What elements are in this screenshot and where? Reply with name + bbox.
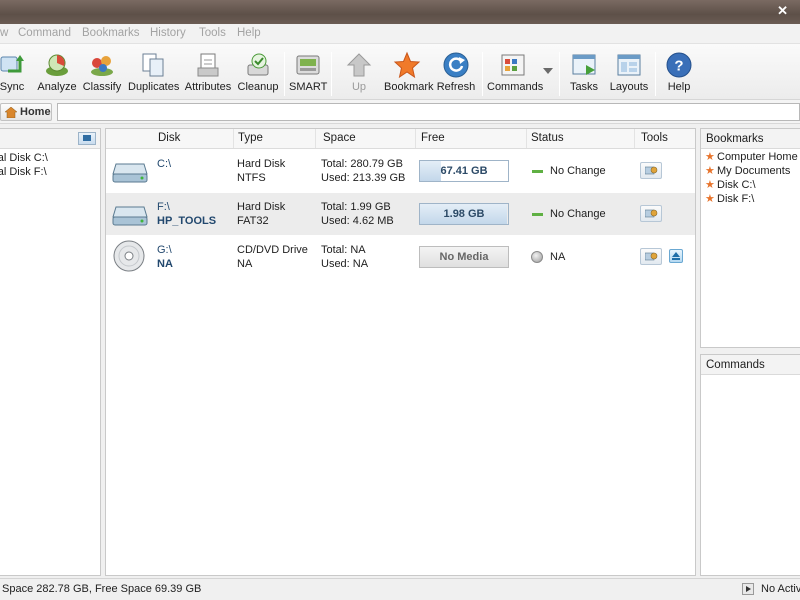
refresh-icon: [443, 52, 469, 78]
help-icon: ?: [666, 52, 692, 78]
bookmark-star-icon: ★: [705, 193, 715, 205]
col-space[interactable]: Space: [317, 129, 416, 148]
col-tools[interactable]: Tools: [635, 129, 695, 148]
classify-button[interactable]: Classify: [82, 48, 122, 98]
smart-icon: [296, 55, 320, 75]
status-bar: Space 282.78 GB, Free Space 69.39 GB No …: [0, 578, 800, 600]
bookmark-star-icon: ★: [705, 151, 715, 163]
status-ok-indicator: [532, 170, 543, 173]
toolbar-separator: [331, 52, 332, 96]
bookmarks-panel: Bookmarks ★ Computer Home ★ My Documents ★…: [700, 128, 800, 348]
disk-tools-icon: [645, 252, 658, 261]
attributes-icon: [197, 53, 219, 77]
toolbar: Sync Analyze Classify Duplicates Attribu…: [0, 44, 800, 100]
disk-tools-icon: [645, 209, 658, 218]
menu-history[interactable]: History: [150, 27, 186, 39]
refresh-button[interactable]: Refresh: [436, 48, 476, 98]
activity-indicator[interactable]: No Activity: [742, 582, 800, 598]
layouts-icon: [617, 54, 641, 76]
eject-icon: [672, 252, 680, 260]
disk-tools-icon: [645, 166, 658, 175]
toolbar-separator: [284, 52, 285, 96]
cleanup-button[interactable]: Cleanup: [237, 48, 279, 98]
status-ok-indicator: [532, 213, 543, 216]
disk-tools-button[interactable]: [640, 248, 662, 265]
disk-tools-button[interactable]: [640, 205, 662, 222]
classify-icon: [91, 56, 113, 76]
commands-icon: [501, 54, 525, 76]
col-disk[interactable]: Disk: [152, 129, 234, 148]
smart-button[interactable]: SMART: [289, 48, 327, 98]
close-window-icon[interactable]: ✕: [777, 3, 788, 19]
col-type[interactable]: Type: [232, 129, 316, 148]
layouts-button[interactable]: Layouts: [609, 48, 649, 98]
commands-panel: Commands: [700, 354, 800, 576]
menu-view[interactable]: w: [0, 27, 8, 39]
svg-text:?: ?: [674, 58, 683, 75]
sync-icon: [0, 55, 24, 73]
cd-dvd-icon: [113, 240, 145, 272]
bookmarks-header: Bookmarks: [701, 129, 800, 149]
menu-help[interactable]: Help: [237, 27, 261, 39]
disk-table: Disk Type Space Free Status Tools C:\ Ha…: [105, 128, 696, 576]
free-space-bar: 67.41 GB: [419, 160, 509, 182]
tree-item[interactable]: Local Disk F:\: [0, 166, 47, 178]
star-icon: [393, 51, 421, 79]
menu-tools[interactable]: Tools: [199, 27, 226, 39]
table-header: Disk Type Space Free Status Tools: [106, 129, 695, 149]
free-space-bar: 1.98 GB: [419, 203, 509, 225]
disk-tools-button[interactable]: [640, 162, 662, 179]
duplicates-button[interactable]: Duplicates: [128, 48, 179, 98]
tree-item[interactable]: Local Disk C:\: [0, 152, 48, 164]
bookmark-item[interactable]: ★ Disk F:\: [705, 192, 754, 205]
home-button[interactable]: Home: [0, 103, 52, 121]
cleanup-icon: [247, 53, 269, 76]
commands-button[interactable]: Commands: [487, 48, 543, 98]
up-arrow-icon: [346, 53, 372, 77]
left-tree-panel: Local Disk C:\ Local Disk F:\: [0, 128, 101, 576]
duplicates-icon: [142, 53, 164, 77]
hard-disk-icon: [112, 163, 148, 183]
computer-view-icon[interactable]: [78, 132, 96, 145]
col-status[interactable]: Status: [525, 129, 635, 148]
menu-bar: w Command Bookmarks History Tools Help: [0, 24, 800, 44]
eject-button[interactable]: [669, 249, 683, 263]
col-free[interactable]: Free: [415, 129, 527, 148]
up-button[interactable]: Up: [340, 48, 378, 98]
commands-dropdown-icon[interactable]: [543, 68, 553, 74]
bookmark-item[interactable]: ★ Computer Home: [705, 150, 798, 163]
toolbar-separator: [559, 52, 560, 96]
bookmark-item[interactable]: ★ My Documents: [705, 164, 790, 177]
analyze-button[interactable]: Analyze: [37, 48, 77, 98]
address-bar: Home: [0, 100, 800, 124]
toolbar-separator: [482, 52, 483, 96]
menu-command[interactable]: Command: [18, 27, 71, 39]
table-row[interactable]: F:\ HP_TOOLS Hard Disk FAT32 Total: 1.99…: [106, 193, 695, 235]
play-icon[interactable]: [742, 583, 754, 595]
status-text: Space 282.78 GB, Free Space 69.39 GB: [2, 583, 202, 595]
status-na-indicator: [531, 251, 543, 263]
bookmark-button[interactable]: Bookmark: [384, 48, 434, 98]
table-row[interactable]: C:\ Hard Disk NTFS Total: 280.79 GB Used…: [106, 150, 695, 192]
address-input[interactable]: [57, 103, 800, 121]
hard-disk-icon: [112, 206, 148, 226]
left-panel-header: [0, 129, 100, 149]
help-button[interactable]: ? Help: [662, 48, 696, 98]
sync-button[interactable]: Sync: [0, 48, 32, 98]
toolbar-separator: [655, 52, 656, 96]
analyze-icon: [46, 54, 68, 76]
attributes-button[interactable]: Attributes: [184, 48, 232, 98]
bookmark-item[interactable]: ★ Disk C:\: [705, 178, 756, 191]
title-bar: ✕: [0, 0, 800, 24]
table-row[interactable]: G:\ NA CD/DVD Drive NA Total: NA Used: N…: [106, 236, 695, 278]
commands-header: Commands: [701, 355, 800, 375]
free-space-bar: No Media: [419, 246, 509, 268]
menu-bookmarks[interactable]: Bookmarks: [82, 27, 140, 39]
bookmark-star-icon: ★: [705, 179, 715, 191]
activity-text: No Activity: [761, 583, 800, 595]
tasks-button[interactable]: Tasks: [566, 48, 602, 98]
bookmark-star-icon: ★: [705, 165, 715, 177]
home-icon: [5, 107, 17, 118]
tasks-icon: [572, 54, 596, 75]
